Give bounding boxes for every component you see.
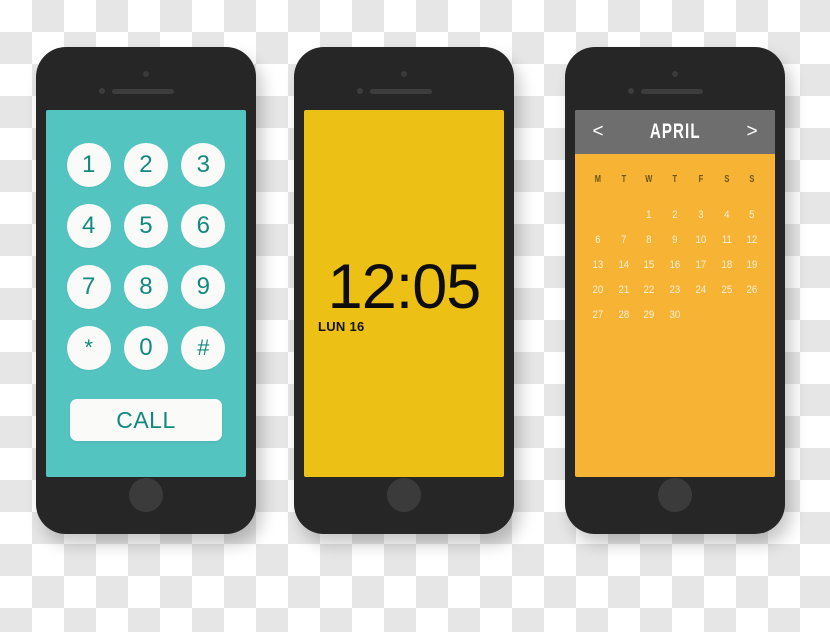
- calendar-day: [715, 303, 738, 328]
- calendar-header: < APRIL >: [575, 110, 775, 154]
- dialpad-key-7[interactable]: 7: [66, 265, 111, 309]
- calendar-week-row: 13 14 15 16 17 18 19: [585, 253, 765, 278]
- calendar-day[interactable]: 5: [741, 203, 764, 228]
- calendar-day[interactable]: 21: [612, 278, 635, 303]
- calendar-day[interactable]: 20: [587, 278, 610, 303]
- weekday-tue: T: [621, 174, 626, 185]
- weekday-mon: M: [594, 174, 601, 185]
- calendar-day[interactable]: 18: [715, 253, 738, 278]
- home-button[interactable]: [658, 478, 692, 512]
- weekday-sun: S: [749, 174, 755, 185]
- calendar-week-row: 6 7 8 9 10 11 12: [585, 228, 765, 253]
- calendar-week-row: 27 28 29 30: [585, 303, 765, 328]
- phone-device-dialer: 1 2 3 4 5 6 7 8 9 * 0 # CALL: [36, 47, 256, 534]
- earpiece-speaker-icon: [112, 89, 174, 94]
- calendar-day[interactable]: 15: [638, 253, 661, 278]
- clock-widget: 12:05 LUN 16: [304, 252, 504, 335]
- proximity-sensor-icon: [628, 88, 634, 94]
- calendar-month-title: APRIL: [649, 120, 701, 143]
- calendar-day[interactable]: 26: [741, 278, 764, 303]
- calendar-day[interactable]: 29: [638, 303, 661, 328]
- calendar-day[interactable]: 17: [689, 253, 712, 278]
- screen-clock: 12:05 LUN 16: [304, 110, 504, 477]
- camera-icon: [672, 71, 678, 77]
- calendar-day[interactable]: 6: [587, 228, 610, 253]
- calendar-day[interactable]: 23: [664, 278, 687, 303]
- phone-device-clock: 12:05 LUN 16: [294, 47, 514, 534]
- calendar-day[interactable]: 30: [664, 303, 687, 328]
- weekday-sat: S: [723, 174, 729, 185]
- mockup-stage: 1 2 3 4 5 6 7 8 9 * 0 # CALL 12:05 LUN 1…: [0, 0, 830, 632]
- screen-dialer: 1 2 3 4 5 6 7 8 9 * 0 # CALL: [46, 110, 246, 477]
- phone-device-calendar: < APRIL > M T W T F S S 1 2 3 4 5 6 7 8 …: [565, 47, 785, 534]
- camera-icon: [401, 71, 407, 77]
- dialpad-key-2[interactable]: 2: [123, 143, 168, 187]
- proximity-sensor-icon: [99, 88, 105, 94]
- calendar-grid: M T W T F S S 1 2 3 4 5 6 7 8 9 10 11 12…: [575, 154, 775, 328]
- calendar-day[interactable]: 27: [587, 303, 610, 328]
- dialpad-key-9[interactable]: 9: [181, 265, 226, 309]
- calendar-day[interactable]: 4: [715, 203, 738, 228]
- dialpad-key-0[interactable]: 0: [123, 326, 168, 370]
- calendar-week-row: 20 21 22 23 24 25 26: [585, 278, 765, 303]
- calendar-day[interactable]: 3: [689, 203, 712, 228]
- clock-time: 12:05: [327, 252, 482, 322]
- dialpad-key-8[interactable]: 8: [123, 265, 168, 309]
- dialpad-key-3[interactable]: 3: [181, 143, 226, 187]
- proximity-sensor-icon: [357, 88, 363, 94]
- earpiece-speaker-icon: [641, 89, 703, 94]
- calendar-day[interactable]: 1: [638, 203, 661, 228]
- calendar-day[interactable]: 16: [664, 253, 687, 278]
- calendar-day[interactable]: 25: [715, 278, 738, 303]
- next-month-icon[interactable]: >: [743, 121, 761, 143]
- dialpad-key-5[interactable]: 5: [123, 204, 168, 248]
- earpiece-speaker-icon: [370, 89, 432, 94]
- prev-month-icon[interactable]: <: [589, 121, 607, 143]
- calendar-day[interactable]: 19: [741, 253, 764, 278]
- dialpad-key-6[interactable]: 6: [181, 204, 226, 248]
- calendar-day[interactable]: 8: [638, 228, 661, 253]
- calendar-day: [612, 203, 635, 228]
- calendar-day: [587, 203, 610, 228]
- screen-calendar: < APRIL > M T W T F S S 1 2 3 4 5 6 7 8 …: [575, 110, 775, 477]
- dialpad: 1 2 3 4 5 6 7 8 9 * 0 #: [60, 143, 232, 370]
- weekday-wed: W: [645, 174, 653, 185]
- calendar-day[interactable]: 9: [664, 228, 687, 253]
- calendar-day[interactable]: 11: [715, 228, 738, 253]
- calendar-day[interactable]: 13: [587, 253, 610, 278]
- weekday-thu: T: [672, 174, 678, 185]
- calendar-day[interactable]: 2: [664, 203, 687, 228]
- camera-icon: [143, 71, 149, 77]
- calendar-day: [741, 303, 764, 328]
- calendar-week-row: 1 2 3 4 5: [585, 203, 765, 228]
- calendar-day[interactable]: 24: [689, 278, 712, 303]
- call-button[interactable]: CALL: [70, 399, 222, 441]
- weekday-fri: F: [698, 174, 703, 185]
- home-button[interactable]: [387, 478, 421, 512]
- dialpad-key-1[interactable]: 1: [66, 143, 111, 187]
- calendar-day[interactable]: 22: [638, 278, 661, 303]
- dialpad-key-star[interactable]: *: [66, 326, 111, 370]
- calendar-day[interactable]: 7: [612, 228, 635, 253]
- calendar-day[interactable]: 28: [612, 303, 635, 328]
- calendar-day[interactable]: 12: [741, 228, 764, 253]
- home-button[interactable]: [129, 478, 163, 512]
- calendar-day[interactable]: 10: [689, 228, 712, 253]
- calendar-day[interactable]: 14: [612, 253, 635, 278]
- calendar-weekday-row: M T W T F S S: [585, 174, 765, 203]
- dialpad-key-hash[interactable]: #: [181, 326, 226, 370]
- calendar-day: [689, 303, 712, 328]
- dialpad-key-4[interactable]: 4: [66, 204, 111, 248]
